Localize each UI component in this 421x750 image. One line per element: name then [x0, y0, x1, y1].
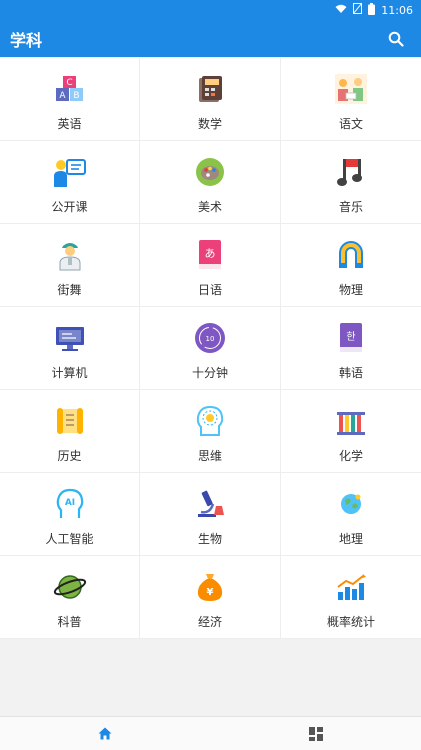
svg-text:A: A — [59, 91, 66, 101]
japanese-book-icon: あ — [193, 238, 227, 272]
subject-label: 英语 — [57, 117, 82, 131]
subject-label: 物理 — [338, 283, 363, 297]
nav-dashboard-tab[interactable] — [286, 719, 346, 749]
subject-label: 公开课 — [51, 200, 88, 214]
subject-label: 数学 — [197, 117, 222, 131]
subject-label: 美术 — [197, 200, 222, 214]
subject-label: 概率统计 — [326, 615, 375, 629]
statistics-chart-icon — [334, 570, 368, 604]
subject-label: 街舞 — [57, 283, 82, 297]
subject-item-chemistry[interactable]: 化学 — [281, 390, 421, 473]
money-bag-icon: ¥ — [193, 570, 227, 604]
subject-item-computer[interactable]: 计算机 — [0, 307, 140, 390]
scroll-icon — [53, 404, 87, 438]
subject-label: 思维 — [197, 449, 222, 463]
svg-text:C: C — [66, 78, 72, 88]
subject-item-english[interactable]: A B C 英语 — [0, 58, 140, 141]
subject-item-music[interactable]: 音乐 — [281, 141, 421, 224]
bottom-navigation — [0, 716, 421, 750]
test-tubes-icon — [334, 404, 368, 438]
nav-home-tab[interactable] — [75, 719, 135, 749]
subject-item-history[interactable]: 历史 — [0, 390, 140, 473]
music-note-icon — [334, 155, 368, 189]
subject-item-japanese[interactable]: あ 日语 — [140, 224, 281, 307]
planet-icon — [53, 570, 87, 604]
brain-head-icon — [193, 404, 227, 438]
svg-text:한: 한 — [346, 331, 355, 343]
svg-text:¥: ¥ — [207, 587, 214, 598]
page-title: 学科 — [10, 30, 43, 50]
subject-label: 计算机 — [51, 366, 88, 380]
search-icon — [388, 31, 404, 47]
subject-item-statistics[interactable]: 概率统计 — [281, 556, 421, 639]
globe-icon — [334, 487, 368, 521]
subject-item-korean[interactable]: 한 韩语 — [281, 307, 421, 390]
svg-text:B: B — [73, 91, 79, 101]
battery-icon — [368, 2, 376, 18]
subject-item-open-class[interactable]: 公开课 — [0, 141, 140, 224]
computer-icon — [53, 321, 87, 355]
subject-item-chinese[interactable]: 语文 — [281, 58, 421, 141]
subject-item-ten-minutes[interactable]: 10 十分钟 — [140, 307, 281, 390]
ten-minutes-icon: 10 — [193, 321, 227, 355]
dashboard-icon — [308, 726, 323, 741]
subject-label: 语文 — [338, 117, 363, 131]
svg-text:10: 10 — [206, 335, 215, 343]
home-icon — [98, 727, 112, 740]
app-bar: 学科 — [0, 20, 421, 57]
subject-label: 科普 — [57, 615, 82, 629]
ai-head-icon: AI — [53, 487, 87, 521]
subject-label: 生物 — [197, 532, 222, 546]
subject-label: 化学 — [338, 449, 363, 463]
svg-text:あ: あ — [205, 247, 216, 260]
subject-label: 历史 — [57, 449, 82, 463]
subject-label: 十分钟 — [191, 366, 228, 380]
subject-item-math[interactable]: 数学 — [140, 58, 281, 141]
open-class-icon — [53, 155, 87, 189]
subject-item-street-dance[interactable]: 街舞 — [0, 224, 140, 307]
signal-off-icon — [352, 2, 363, 17]
subject-label: 韩语 — [338, 366, 363, 380]
street-dance-icon — [53, 238, 87, 272]
subject-item-popular-science[interactable]: 科普 — [0, 556, 140, 639]
abc-blocks-icon: A B C — [53, 72, 87, 106]
subject-item-ai[interactable]: AI 人工智能 — [0, 473, 140, 556]
subject-label: 音乐 — [338, 200, 363, 214]
subject-label: 经济 — [197, 615, 222, 629]
svg-text:AI: AI — [64, 498, 74, 508]
status-time: 11:06 — [381, 3, 413, 17]
wifi-icon — [335, 4, 347, 17]
magnet-icon — [334, 238, 368, 272]
subject-label: 日语 — [197, 283, 222, 297]
subject-item-geography[interactable]: 地理 — [281, 473, 421, 556]
korean-book-icon: 한 — [334, 321, 368, 355]
calculator-icon — [193, 72, 227, 106]
subject-item-thinking[interactable]: 思维 — [140, 390, 281, 473]
subject-item-economics[interactable]: ¥ 经济 — [140, 556, 281, 639]
subject-item-art[interactable]: 美术 — [140, 141, 281, 224]
palette-icon — [193, 155, 227, 189]
subject-label: 人工智能 — [45, 532, 94, 546]
subject-item-physics[interactable]: 物理 — [281, 224, 421, 307]
microscope-icon — [193, 487, 227, 521]
subject-label: 地理 — [338, 532, 363, 546]
subject-grid: A B C 英语 数学 语文 公开课 美术 音乐 街舞 あ 日语 物理 计算机 … — [0, 58, 421, 639]
search-button[interactable] — [383, 26, 409, 52]
status-bar: 11:06 — [0, 0, 421, 20]
chinese-reading-icon — [334, 72, 368, 106]
subject-item-biology[interactable]: 生物 — [140, 473, 281, 556]
